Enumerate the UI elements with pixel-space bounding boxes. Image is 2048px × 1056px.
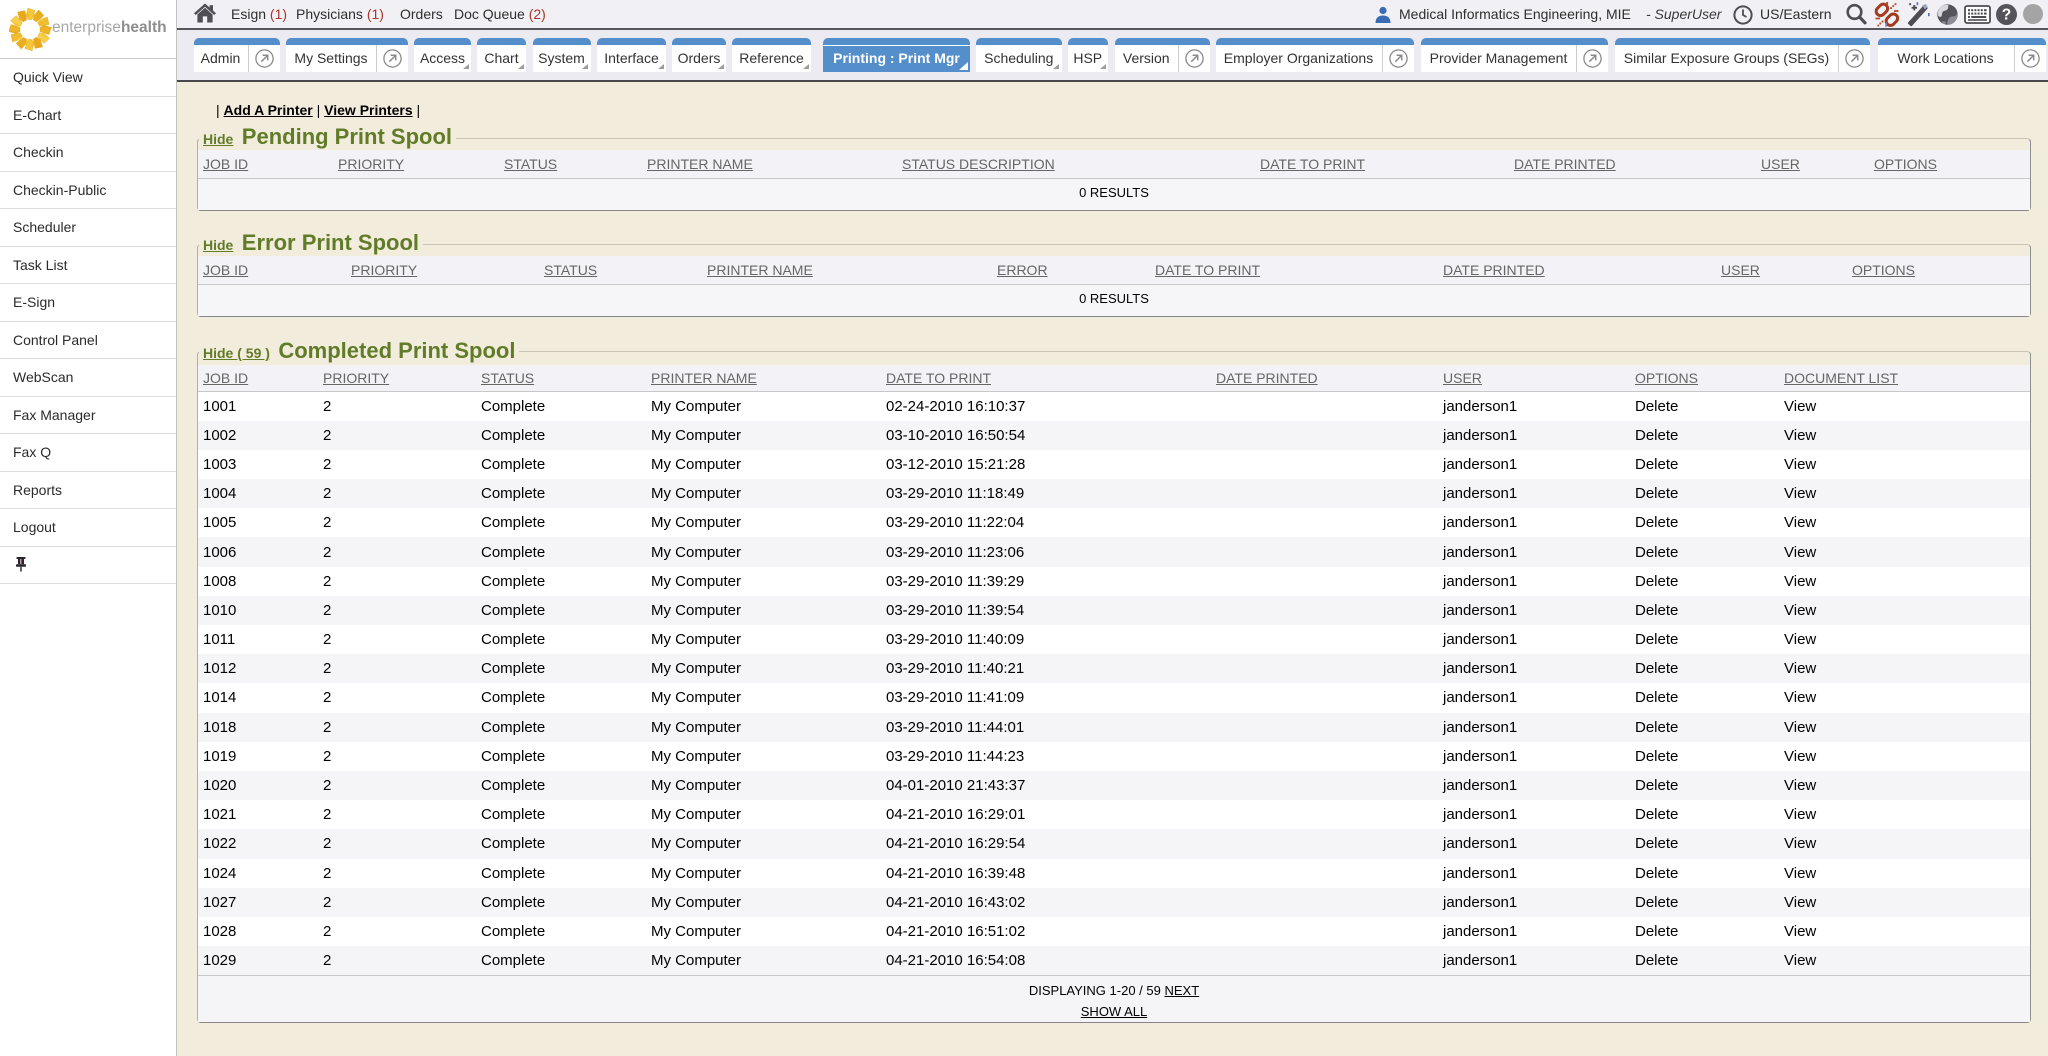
svg-text:?: ? (2002, 6, 2011, 23)
